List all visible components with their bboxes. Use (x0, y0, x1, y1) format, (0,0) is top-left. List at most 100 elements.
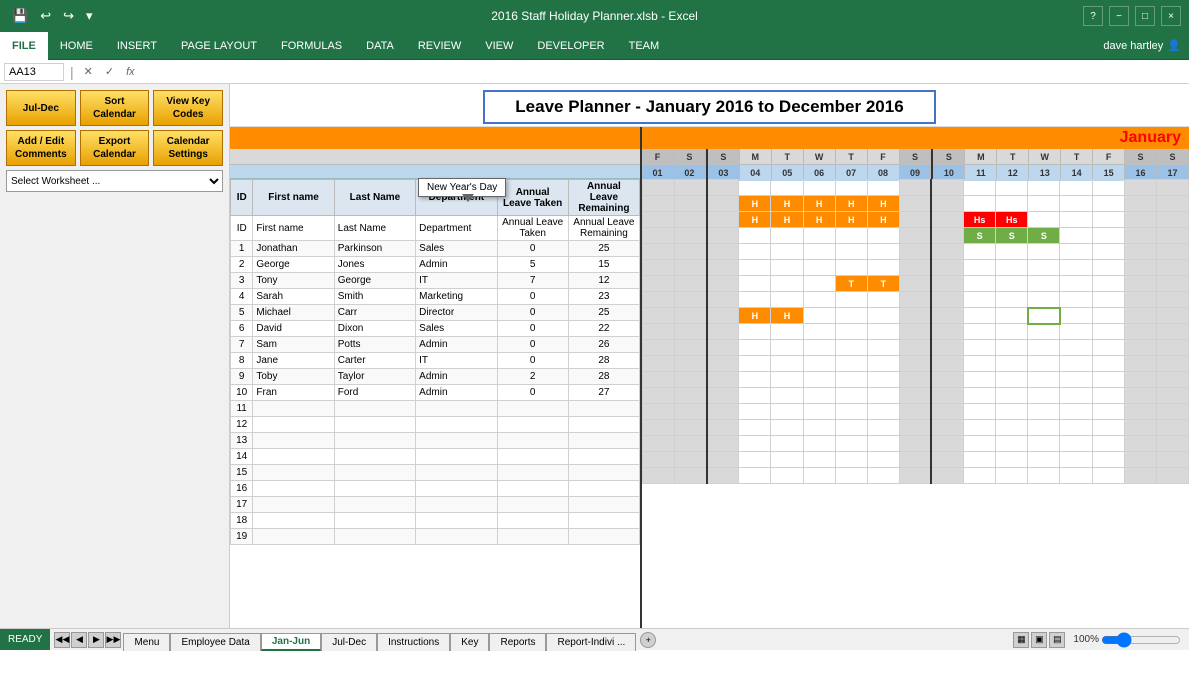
cal-cell-5-2[interactable] (707, 260, 739, 276)
cal-cell-7-10[interactable] (964, 292, 996, 308)
cal-cell-7-3[interactable] (739, 292, 771, 308)
cal-cell-8-6[interactable] (835, 308, 867, 324)
cal-cell-8-9[interactable] (931, 308, 963, 324)
cal-cell-15-5[interactable] (803, 420, 835, 436)
cal-cell-14-15[interactable] (1124, 404, 1156, 420)
cal-cell-6-15[interactable] (1124, 276, 1156, 292)
cal-cell-14-6[interactable] (835, 404, 867, 420)
ribbon-tab-insert[interactable]: INSERT (105, 32, 169, 60)
cal-cell-12-8[interactable] (899, 372, 931, 388)
cal-cell-6-3[interactable] (739, 276, 771, 292)
cal-cell-4-11[interactable] (996, 244, 1028, 260)
cal-cell-8-4[interactable]: H (771, 308, 803, 324)
cal-cell-15-2[interactable] (707, 420, 739, 436)
cal-cell-10-8[interactable] (899, 340, 931, 356)
cal-cell-2-11[interactable]: Hs (996, 212, 1028, 228)
cal-cell-11-3[interactable] (739, 356, 771, 372)
cal-cell-1-0[interactable] (643, 196, 675, 212)
cal-cell-10-3[interactable] (739, 340, 771, 356)
cal-cell-4-10[interactable] (964, 244, 996, 260)
cal-cell-16-1[interactable] (675, 436, 707, 452)
cal-cell-5-1[interactable] (675, 260, 707, 276)
cal-cell-11-9[interactable] (931, 356, 963, 372)
cal-cell-2-16[interactable] (1156, 212, 1188, 228)
cal-cell-4-8[interactable] (899, 244, 931, 260)
cal-cell-15-0[interactable] (643, 420, 675, 436)
cal-cell-10-7[interactable] (867, 340, 899, 356)
cal-cell-16-3[interactable] (739, 436, 771, 452)
cal-cell-8-15[interactable] (1124, 308, 1156, 324)
cal-cell-6-4[interactable] (771, 276, 803, 292)
cal-cell-8-11[interactable] (996, 308, 1028, 324)
cal-cell-10-6[interactable] (835, 340, 867, 356)
cal-cell-1-13[interactable] (1060, 196, 1092, 212)
cal-cell-2-9[interactable] (931, 212, 963, 228)
cal-cell-16-6[interactable] (835, 436, 867, 452)
cal-cell-15-15[interactable] (1124, 420, 1156, 436)
cal-cell-10-12[interactable] (1028, 340, 1060, 356)
cal-cell-12-10[interactable] (964, 372, 996, 388)
cal-cell-17-14[interactable] (1092, 452, 1124, 468)
cal-cell-0-14[interactable] (1092, 180, 1124, 196)
cal-cell-18-8[interactable] (899, 468, 931, 484)
cal-cell-9-2[interactable] (707, 324, 739, 340)
cal-cell-17-12[interactable] (1028, 452, 1060, 468)
cal-cell-11-14[interactable] (1092, 356, 1124, 372)
cal-cell-2-4[interactable]: H (771, 212, 803, 228)
cal-cell-0-13[interactable] (1060, 180, 1092, 196)
cal-cell-8-8[interactable] (899, 308, 931, 324)
ribbon-tab-view[interactable]: VIEW (473, 32, 525, 60)
cal-cell-17-8[interactable] (899, 452, 931, 468)
select-worksheet-dropdown[interactable]: Select Worksheet ... (6, 170, 223, 192)
cal-cell-16-2[interactable] (707, 436, 739, 452)
cal-cell-4-3[interactable] (739, 244, 771, 260)
cal-cell-3-9[interactable] (931, 228, 963, 244)
sort-calendar-button[interactable]: SortCalendar (80, 90, 150, 126)
cal-cell-17-15[interactable] (1124, 452, 1156, 468)
cal-cell-9-7[interactable] (867, 324, 899, 340)
cal-cell-7-5[interactable] (803, 292, 835, 308)
page-layout-icon[interactable]: ▣ (1031, 632, 1047, 648)
cal-cell-3-14[interactable] (1092, 228, 1124, 244)
cal-cell-6-14[interactable] (1092, 276, 1124, 292)
cal-cell-1-8[interactable] (899, 196, 931, 212)
cal-cell-12-15[interactable] (1124, 372, 1156, 388)
cal-cell-12-3[interactable] (739, 372, 771, 388)
ribbon-tab-data[interactable]: DATA (354, 32, 406, 60)
cal-cell-8-12[interactable] (1028, 308, 1060, 324)
cal-cell-2-12[interactable] (1028, 212, 1060, 228)
cal-cell-8-13[interactable] (1060, 308, 1092, 324)
cal-cell-9-14[interactable] (1092, 324, 1124, 340)
cal-cell-1-1[interactable] (675, 196, 707, 212)
cal-cell-2-15[interactable] (1124, 212, 1156, 228)
cal-cell-18-6[interactable] (835, 468, 867, 484)
cal-cell-2-13[interactable] (1060, 212, 1092, 228)
maximize-button[interactable]: □ (1135, 6, 1155, 26)
cal-cell-7-11[interactable] (996, 292, 1028, 308)
cal-cell-7-16[interactable] (1156, 292, 1188, 308)
cal-cell-1-11[interactable] (996, 196, 1028, 212)
cal-cell-18-16[interactable] (1156, 468, 1188, 484)
cal-cell-2-8[interactable] (899, 212, 931, 228)
cal-cell-4-6[interactable] (835, 244, 867, 260)
cal-cell-1-9[interactable] (931, 196, 963, 212)
cal-cell-8-10[interactable] (964, 308, 996, 324)
new-sheet-icon[interactable]: + (640, 632, 656, 648)
minimize-button[interactable]: − (1109, 6, 1129, 26)
cal-cell-3-6[interactable] (835, 228, 867, 244)
cal-cell-11-11[interactable] (996, 356, 1028, 372)
cal-cell-7-8[interactable] (899, 292, 931, 308)
cal-cell-0-12[interactable] (1028, 180, 1060, 196)
add-sheet-button[interactable]: + (640, 632, 656, 648)
cal-cell-15-14[interactable] (1092, 420, 1124, 436)
ribbon-tab-file[interactable]: FILE (0, 32, 48, 60)
cal-cell-11-2[interactable] (707, 356, 739, 372)
cal-cell-14-2[interactable] (707, 404, 739, 420)
cal-cell-9-15[interactable] (1124, 324, 1156, 340)
cal-cell-17-11[interactable] (996, 452, 1028, 468)
cal-cell-3-13[interactable] (1060, 228, 1092, 244)
save-icon[interactable]: 💾 (8, 6, 32, 26)
cal-cell-17-5[interactable] (803, 452, 835, 468)
cal-cell-10-1[interactable] (675, 340, 707, 356)
cal-cell-12-9[interactable] (931, 372, 963, 388)
